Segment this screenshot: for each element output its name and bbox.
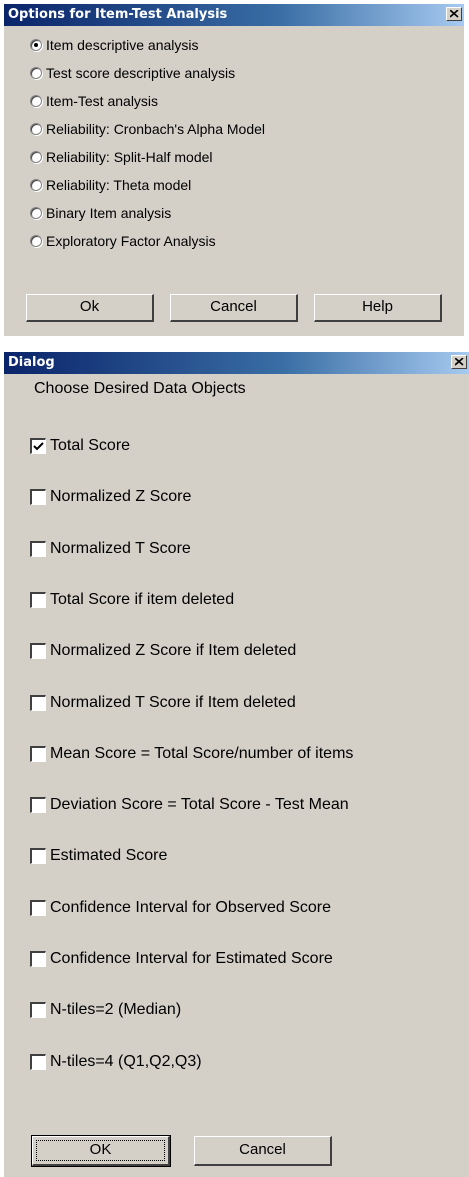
checkbox-option[interactable]: Normalized T Score <box>30 540 191 558</box>
cancel-button-label: Cancel <box>239 1141 286 1158</box>
radio-option-label: Test score descriptive analysis <box>46 65 236 81</box>
data-objects-dialog: Dialog Choose Desired Data Objects Total… <box>4 352 469 1177</box>
checkbox-option[interactable]: Mean Score = Total Score/number of items <box>30 745 353 763</box>
radio-option[interactable]: Reliability: Theta model <box>30 177 191 193</box>
radio-option-label: Item descriptive analysis <box>46 37 199 53</box>
checkbox[interactable] <box>30 1002 46 1019</box>
cancel-button[interactable]: Cancel <box>194 1136 332 1166</box>
radio-option-label: Reliability: Split-Half model <box>46 149 213 165</box>
checkbox[interactable] <box>30 694 46 711</box>
checkbox[interactable] <box>30 591 46 608</box>
cancel-button[interactable]: Cancel <box>170 294 298 322</box>
checkbox-option[interactable]: Normalized Z Score if Item deleted <box>30 642 296 660</box>
checkmark-icon <box>33 442 44 451</box>
focus-rectangle <box>36 1140 165 1161</box>
checkbox[interactable] <box>30 745 46 762</box>
radio-option[interactable]: Exploratory Factor Analysis <box>30 233 216 249</box>
checkbox-option-label: Total Score if item deleted <box>50 590 235 608</box>
checkbox[interactable] <box>30 489 46 506</box>
checkbox-option-label: Confidence Interval for Observed Score <box>50 898 332 916</box>
checkbox[interactable] <box>30 438 46 454</box>
close-icon <box>455 358 464 366</box>
checkbox[interactable] <box>30 848 46 865</box>
radio-button[interactable] <box>30 235 42 247</box>
checkbox-option[interactable]: Normalized T Score if Item deleted <box>30 694 296 712</box>
checkbox-option[interactable]: N-tiles=2 (Median) <box>30 1001 181 1019</box>
radio-option[interactable]: Item descriptive analysis <box>30 37 199 53</box>
radio-option[interactable]: Reliability: Split-Half model <box>30 149 213 165</box>
checkbox-option[interactable]: N-tiles=4 (Q1,Q2,Q3) <box>30 1053 202 1071</box>
dialog-title: Options for Item-Test Analysis <box>8 7 228 22</box>
checkbox-option-label: Deviation Score = Total Score - Test Mea… <box>50 796 349 814</box>
radio-button[interactable] <box>30 179 42 191</box>
close-button[interactable] <box>451 355 467 369</box>
checkbox-option-label: N-tiles=4 (Q1,Q2,Q3) <box>50 1052 202 1070</box>
checkbox-option[interactable]: Estimated Score <box>30 847 167 865</box>
checkbox[interactable] <box>30 643 46 660</box>
help-button-label: Help <box>362 298 393 315</box>
radio-button[interactable] <box>30 39 42 51</box>
checkbox[interactable] <box>30 899 46 916</box>
checkbox-option-label: Normalized T Score <box>50 539 191 557</box>
radio-option-label: Exploratory Factor Analysis <box>46 233 216 249</box>
dialog-title: Dialog <box>8 355 55 370</box>
radio-button[interactable] <box>30 123 42 135</box>
radio-option-label: Item-Test analysis <box>46 93 159 109</box>
checkbox-option-label: Confidence Interval for Estimated Score <box>50 950 333 967</box>
radio-option[interactable]: Reliability: Cronbach's Alpha Model <box>30 121 265 137</box>
ok-button[interactable]: Ok <box>26 294 154 322</box>
checkbox-option[interactable]: Deviation Score = Total Score - Test Mea… <box>30 796 349 814</box>
checkbox-option-label: Mean Score = Total Score/number of items <box>50 744 354 762</box>
prompt-label: Choose Desired Data Objects <box>34 380 246 397</box>
cancel-button-label: Cancel <box>210 298 257 315</box>
radio-option-label: Reliability: Cronbach's Alpha Model <box>46 121 266 137</box>
help-button[interactable]: Help <box>314 294 442 322</box>
radio-button[interactable] <box>30 207 42 219</box>
checkbox-option-label: N-tiles=2 (Median) <box>50 1001 182 1019</box>
checkbox-option[interactable]: Confidence Interval for Estimated Score <box>30 950 333 968</box>
dialog-titlebar: Dialog <box>4 352 469 374</box>
radio-option[interactable]: Test score descriptive analysis <box>30 65 235 81</box>
radio-option-label: Binary Item analysis <box>46 205 172 221</box>
radio-button[interactable] <box>30 95 42 107</box>
checkbox-option-label: Estimated Score <box>50 847 168 865</box>
checkbox-option-label: Normalized Z Score if Item deleted <box>50 642 297 660</box>
checkbox-option-label: Normalized Z Score <box>50 488 192 506</box>
checkbox-option[interactable]: Normalized Z Score <box>30 488 191 506</box>
checkbox[interactable] <box>30 797 46 814</box>
dialog-titlebar: Options for Item-Test Analysis <box>4 4 464 26</box>
close-button[interactable] <box>446 7 462 21</box>
radio-option[interactable]: Binary Item analysis <box>30 205 171 221</box>
checkbox-option-label: Normalized T Score if Item deleted <box>50 693 296 711</box>
checkbox-option[interactable]: Total Score if item deleted <box>30 591 234 609</box>
checkbox[interactable] <box>30 951 46 967</box>
radio-button[interactable] <box>30 67 42 79</box>
checkbox-option-label: Total Score <box>50 437 131 454</box>
item-test-options-dialog: Options for Item-Test Analysis Item desc… <box>4 4 464 336</box>
checkbox[interactable] <box>30 540 46 557</box>
close-icon <box>450 10 459 18</box>
ok-button[interactable]: OK <box>31 1135 171 1167</box>
radio-option[interactable]: Item-Test analysis <box>30 93 158 109</box>
checkbox-option[interactable]: Confidence Interval for Observed Score <box>30 899 331 917</box>
radio-button[interactable] <box>30 151 42 163</box>
checkbox-option[interactable]: Total Score <box>30 437 130 455</box>
checkbox[interactable] <box>30 1053 46 1070</box>
ok-button-label: Ok <box>79 298 100 315</box>
radio-option-label: Reliability: Theta model <box>46 177 192 193</box>
